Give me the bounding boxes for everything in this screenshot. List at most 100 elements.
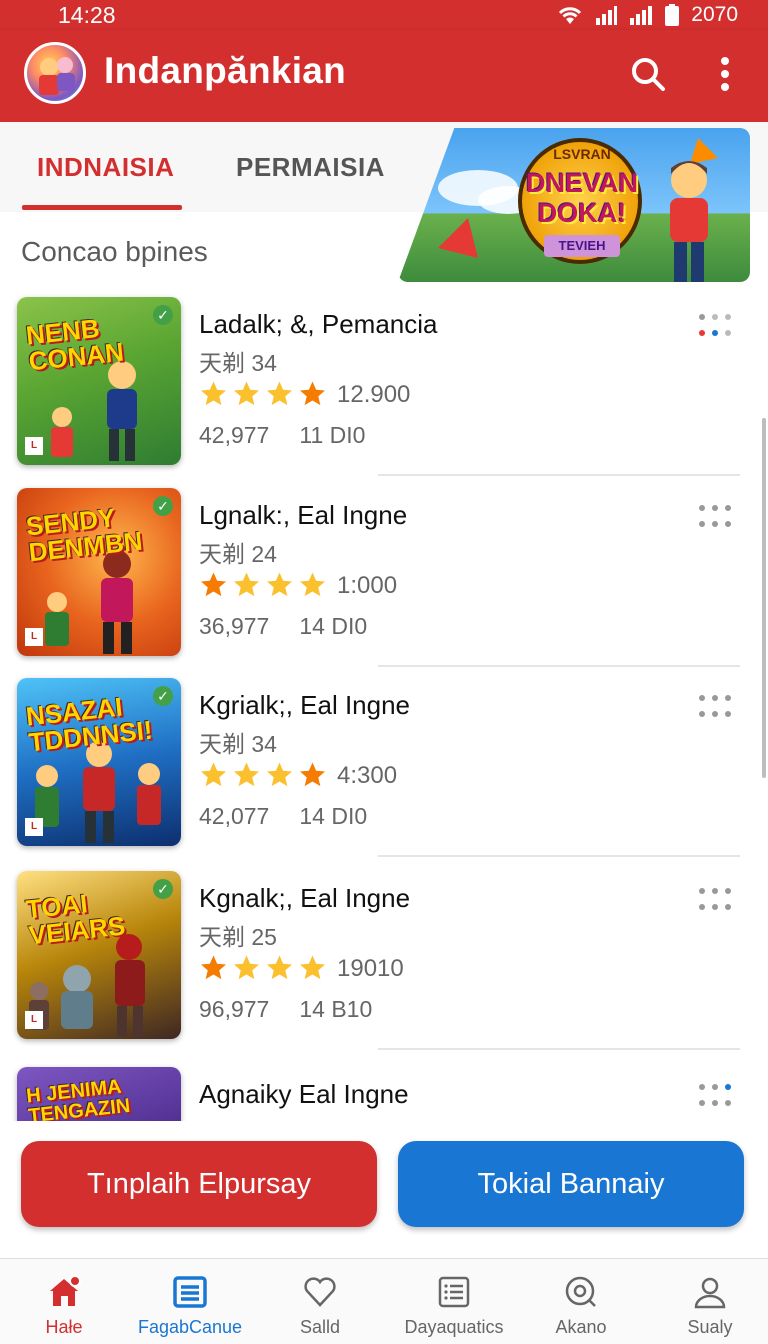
banner-headline: DNEVAN DOKA!: [525, 168, 638, 228]
star-icon: [300, 955, 325, 980]
nav-item-sualy[interactable]: Sualy: [646, 1259, 768, 1344]
tab-indnaisia[interactable]: INDNAISIA: [37, 152, 174, 183]
age-rating-badge: L: [25, 628, 43, 646]
star-icon: [300, 572, 325, 597]
rating-stars: [198, 953, 328, 983]
primary-action-button[interactable]: Tınplaih Elpursay: [21, 1141, 377, 1227]
star-icon: [234, 381, 259, 406]
bottom-navigation: Hałe FagabCanue Salld Dayaquatics Akano …: [0, 1258, 768, 1344]
app-bar: Indanpănkian: [0, 30, 768, 122]
game-meta: 96,977 14 B10: [199, 996, 372, 1023]
drag-handle-icon[interactable]: [696, 311, 734, 341]
rating-stars: [198, 379, 328, 409]
search-button[interactable]: [626, 52, 670, 96]
star-icon: [267, 572, 292, 597]
age-rating-badge: L: [25, 1011, 43, 1029]
game-cover-image: H JENIMA TENGAZIN: [17, 1067, 181, 1121]
list-item[interactable]: NSAZAI TDDNNSI! ✓ L Kgrialk;, Eal Ingne …: [0, 678, 768, 858]
rating-value: 1:000: [337, 572, 398, 599]
tab-permaisia[interactable]: PERMAISIA: [236, 152, 385, 183]
compass-icon: [565, 1276, 596, 1307]
game-cover-image: NSAZAI TDDNNSI! ✓ L: [17, 678, 181, 846]
list-item[interactable]: TOAI VEIARS ✓ L Kgnalk;, Eal Ingne 天剃 25…: [0, 871, 768, 1051]
nav-label: Dayaquatics: [404, 1317, 504, 1337]
verified-check-icon: ✓: [153, 686, 173, 706]
list-item[interactable]: NENB CONAN ✓ L Ladalk; &, Pemancia 天剃 34…: [0, 297, 768, 477]
app-title: Indanpănkian: [104, 50, 347, 91]
drag-handle-icon[interactable]: [696, 692, 734, 722]
star-icon: [300, 381, 325, 406]
divider: [378, 474, 740, 476]
rating-stars: [198, 570, 328, 600]
logo-icon: [39, 57, 75, 95]
game-cover-image: SENDY DENMBN ✓ L: [17, 488, 181, 656]
game-title: Agnaiky Eal Ingne: [199, 1079, 409, 1109]
home-icon: [50, 1275, 81, 1306]
verified-check-icon: ✓: [153, 496, 173, 516]
nav-item-salld[interactable]: Salld: [256, 1259, 384, 1344]
age-rating-badge: L: [25, 437, 43, 455]
more-menu-button[interactable]: [708, 52, 742, 96]
nav-item-akano[interactable]: Akano: [517, 1259, 645, 1344]
star-icon: [300, 762, 325, 787]
wifi-icon: [559, 7, 582, 24]
game-title: Lgnalk:, Eal Ingne: [199, 500, 408, 530]
divider: [378, 1048, 740, 1050]
list-icon: [173, 1276, 207, 1308]
divider: [378, 665, 740, 667]
game-title: Ladalk; &, Pemancia: [199, 309, 438, 339]
star-icon: [267, 955, 292, 980]
star-icon: [201, 572, 226, 597]
download-count: 36,977: [199, 613, 270, 639]
game-cover-image: TOAI VEIARS ✓ L: [17, 871, 181, 1039]
banner-character-illustration: [670, 161, 708, 282]
verified-check-icon: ✓: [153, 879, 173, 899]
list-item[interactable]: SENDY DENMBN ✓ L Lgnalk:, Eal Ingne 天剃 2…: [0, 488, 768, 668]
banner-ribbon: TEVIEH: [544, 235, 620, 257]
age-rating-badge: L: [25, 818, 43, 836]
star-icon: [201, 955, 226, 980]
app-logo-avatar[interactable]: [24, 42, 86, 104]
game-size: 14 DI0: [299, 613, 368, 639]
nav-item-home[interactable]: Hałe: [0, 1259, 128, 1344]
star-icon: [234, 572, 259, 597]
game-subtitle: 天剃 25: [199, 924, 277, 950]
drag-handle-icon[interactable]: [696, 502, 734, 532]
nav-item-dayaquatics[interactable]: Dayaquatics: [390, 1259, 518, 1344]
download-count: 96,977: [199, 996, 270, 1022]
drag-handle-icon[interactable]: [696, 885, 734, 915]
status-time: 14:28: [58, 2, 116, 28]
action-bar: Tınplaih Elpursay Tokial Bannaiy: [0, 1121, 768, 1256]
active-tab-indicator: [22, 205, 182, 210]
nav-item-fagabcanue[interactable]: FagabCanue: [126, 1259, 254, 1344]
drag-handle-icon[interactable]: [696, 1081, 734, 1111]
cover-title: H JENIMA TENGAZIN: [25, 1075, 132, 1121]
star-icon: [234, 955, 259, 980]
heart-icon: [304, 1277, 336, 1307]
nav-label: Hałe: [45, 1317, 83, 1337]
game-meta: 36,977 14 DI0: [199, 613, 367, 640]
rating-value: 19010: [337, 955, 404, 982]
game-title: Kgrialk;, Eal Ingne: [199, 690, 411, 720]
nav-label: Salld: [299, 1317, 341, 1337]
promo-banner[interactable]: LSVRAN DNEVAN DOKA! TEVIEH: [398, 128, 750, 282]
game-list: NENB CONAN ✓ L Ladalk; &, Pemancia 天剃 34…: [0, 285, 768, 1121]
game-subtitle: 天剃 24: [199, 541, 277, 567]
game-title: Kgnalk;, Eal Ingne: [199, 883, 411, 913]
more-vertical-icon: [721, 57, 729, 91]
game-size: 14 B10: [299, 996, 373, 1022]
profile-icon: [694, 1277, 726, 1309]
download-count: 42,977: [199, 422, 270, 448]
signal-icon: [596, 6, 618, 25]
status-icons: 2070: [557, 3, 738, 27]
game-subtitle: 天剃 34: [199, 731, 277, 757]
document-icon: [438, 1276, 470, 1308]
star-icon: [267, 762, 292, 787]
banner-line-1: LSVRAN: [553, 146, 611, 162]
status-bar: 14:28 2070: [0, 0, 768, 30]
battery-icon: [665, 4, 680, 26]
nav-label: FagabCanue: [137, 1317, 243, 1337]
secondary-action-button[interactable]: Tokial Bannaiy: [398, 1141, 744, 1227]
list-item[interactable]: H JENIMA TENGAZIN Agnaiky Eal Ingne: [0, 1067, 768, 1121]
nav-label: Akano: [555, 1317, 607, 1337]
